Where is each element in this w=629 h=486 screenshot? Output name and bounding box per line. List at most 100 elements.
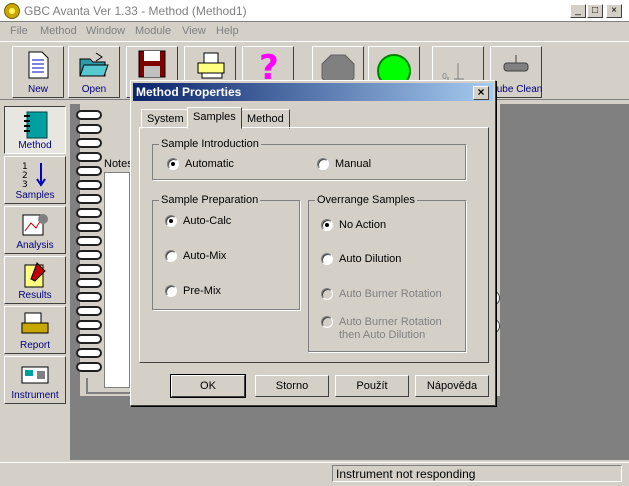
- method-notebook-icon: [24, 111, 48, 139]
- sidebar-item-method[interactable]: Method: [4, 106, 66, 154]
- auto-burner-dilution-label: Auto Burner Rotation then Auto Dilution: [339, 316, 442, 342]
- auto-dilution-radio[interactable]: Auto Dilution: [321, 253, 401, 265]
- overrange-samples-label: Overrange Samples: [315, 194, 417, 206]
- auto-mix-radio[interactable]: Auto-Mix: [165, 250, 226, 262]
- sidebar-item-results[interactable]: Results: [4, 256, 66, 304]
- printer-icon: [197, 52, 225, 79]
- spiral-ring: [76, 320, 102, 330]
- storno-button[interactable]: Storno: [255, 375, 329, 397]
- sidebar-label-samples: Samples: [15, 190, 55, 201]
- auto-burner-dilution-radio[interactable]: Auto Burner Rotation then Auto Dilution: [321, 316, 442, 342]
- menu-method[interactable]: Method: [40, 25, 77, 37]
- help-dialog-button[interactable]: Nápověda: [415, 375, 489, 397]
- spiral-ring: [76, 348, 102, 358]
- tube-clean-label: Tube Clean: [491, 84, 543, 95]
- samples-tab-panel: Sample Introduction Automatic Manual Sam…: [139, 127, 489, 363]
- open-button[interactable]: Open: [68, 46, 120, 98]
- pre-mix-label: Pre-Mix: [183, 285, 221, 297]
- close-button[interactable]: ×: [606, 4, 622, 18]
- new-button[interactable]: New: [12, 46, 64, 98]
- spiral-ring: [76, 222, 102, 232]
- no-action-radio[interactable]: No Action: [321, 219, 386, 231]
- auto-calc-radio[interactable]: Auto-Calc: [165, 215, 231, 227]
- svg-text:3: 3: [22, 180, 28, 190]
- method-properties-dialog: Method Properties × System Samples Metho…: [130, 80, 496, 406]
- radio-indicator: [167, 158, 179, 170]
- minimize-button[interactable]: _: [570, 4, 586, 18]
- status-text: Instrument not responding: [332, 465, 622, 482]
- app-logo-icon: [4, 3, 20, 19]
- manual-radio[interactable]: Manual: [317, 158, 371, 170]
- dialog-title: Method Properties: [136, 85, 242, 99]
- dialog-title-bar: Method Properties ×: [133, 83, 493, 101]
- spiral-ring: [76, 236, 102, 246]
- results-icon: [24, 262, 46, 288]
- notebook-pages-edge: [86, 378, 136, 394]
- sample-preparation-group: Sample Preparation Auto-Calc Auto-Mix Pr…: [152, 194, 300, 310]
- analysis-icon: [22, 214, 48, 236]
- radio-indicator: [165, 285, 177, 297]
- new-label: New: [27, 84, 48, 95]
- auto-burner-dilution-line1: Auto Burner Rotation: [339, 316, 442, 328]
- save-disk-icon: [138, 50, 166, 78]
- sample-introduction-group: Sample Introduction Automatic Manual: [152, 138, 466, 180]
- window-title: GBC Avanta Ver 1.33 - Method (Method1): [24, 4, 247, 18]
- radio-indicator: [317, 158, 329, 170]
- spiral-ring: [76, 110, 102, 120]
- spiral-ring: [76, 334, 102, 344]
- spiral-ring: [76, 278, 102, 288]
- spiral-ring: [76, 180, 102, 190]
- auto-burner-rotation-label: Auto Burner Rotation: [339, 288, 442, 300]
- sidebar-item-report[interactable]: Report: [4, 306, 66, 354]
- sidebar-item-instrument[interactable]: Instrument: [4, 356, 66, 404]
- sidebar-label-method: Method: [18, 140, 52, 151]
- tube-clean-button[interactable]: Tube Clean: [490, 46, 542, 98]
- tab-system[interactable]: System: [141, 109, 190, 129]
- spiral-ring: [76, 208, 102, 218]
- ok-button[interactable]: OK: [170, 374, 246, 398]
- open-folder-icon: [79, 52, 109, 77]
- radio-indicator: [165, 215, 177, 227]
- spiral-ring: [76, 138, 102, 148]
- no-action-label: No Action: [339, 219, 387, 231]
- sidebar-label-instrument: Instrument: [11, 390, 59, 401]
- menu-window[interactable]: Window: [86, 25, 125, 37]
- menu-file[interactable]: File: [10, 25, 28, 37]
- tab-method[interactable]: Method: [241, 109, 290, 129]
- radio-indicator: [321, 288, 333, 300]
- menu-module[interactable]: Module: [135, 25, 171, 37]
- radio-indicator: [321, 316, 333, 328]
- spiral-ring: [76, 166, 102, 176]
- manual-label: Manual: [335, 158, 372, 170]
- auto-mix-label: Auto-Mix: [183, 250, 227, 262]
- apply-button[interactable]: Použít: [335, 375, 409, 397]
- auto-burner-rotation-radio[interactable]: Auto Burner Rotation: [321, 288, 442, 300]
- dialog-close-button[interactable]: ×: [473, 86, 489, 100]
- tab-samples[interactable]: Samples: [187, 107, 242, 129]
- menu-view[interactable]: View: [182, 25, 206, 37]
- maximize-button[interactable]: □: [587, 4, 603, 18]
- spiral-ring: [76, 250, 102, 260]
- sidebar-item-analysis[interactable]: Analysis: [4, 206, 66, 254]
- auto-calc-label: Auto-Calc: [183, 215, 232, 227]
- notes-label: Notes: [104, 158, 133, 170]
- automatic-radio[interactable]: Automatic: [167, 158, 234, 170]
- radio-indicator: [321, 253, 333, 265]
- tube-clean-icon: [503, 55, 529, 72]
- sidebar-label-results: Results: [18, 290, 52, 301]
- spiral-ring: [76, 124, 102, 134]
- new-document-icon: [28, 51, 49, 79]
- sample-preparation-label: Sample Preparation: [159, 194, 261, 206]
- sidebar-item-samples[interactable]: 123 Samples: [4, 156, 66, 204]
- module-sidebar: Method 123 Samples Analysis Results Repo…: [4, 104, 66, 404]
- pre-mix-radio[interactable]: Pre-Mix: [165, 285, 221, 297]
- title-bar: GBC Avanta Ver 1.33 - Method (Method1) _…: [0, 0, 629, 22]
- sidebar-label-analysis: Analysis: [16, 240, 54, 251]
- automatic-label: Automatic: [185, 158, 234, 170]
- menu-help[interactable]: Help: [216, 25, 239, 37]
- auto-dilution-label: Auto Dilution: [339, 253, 402, 265]
- spiral-ring: [76, 152, 102, 162]
- notes-textarea[interactable]: [104, 172, 130, 388]
- open-label: Open: [81, 84, 107, 95]
- spiral-ring: [76, 292, 102, 302]
